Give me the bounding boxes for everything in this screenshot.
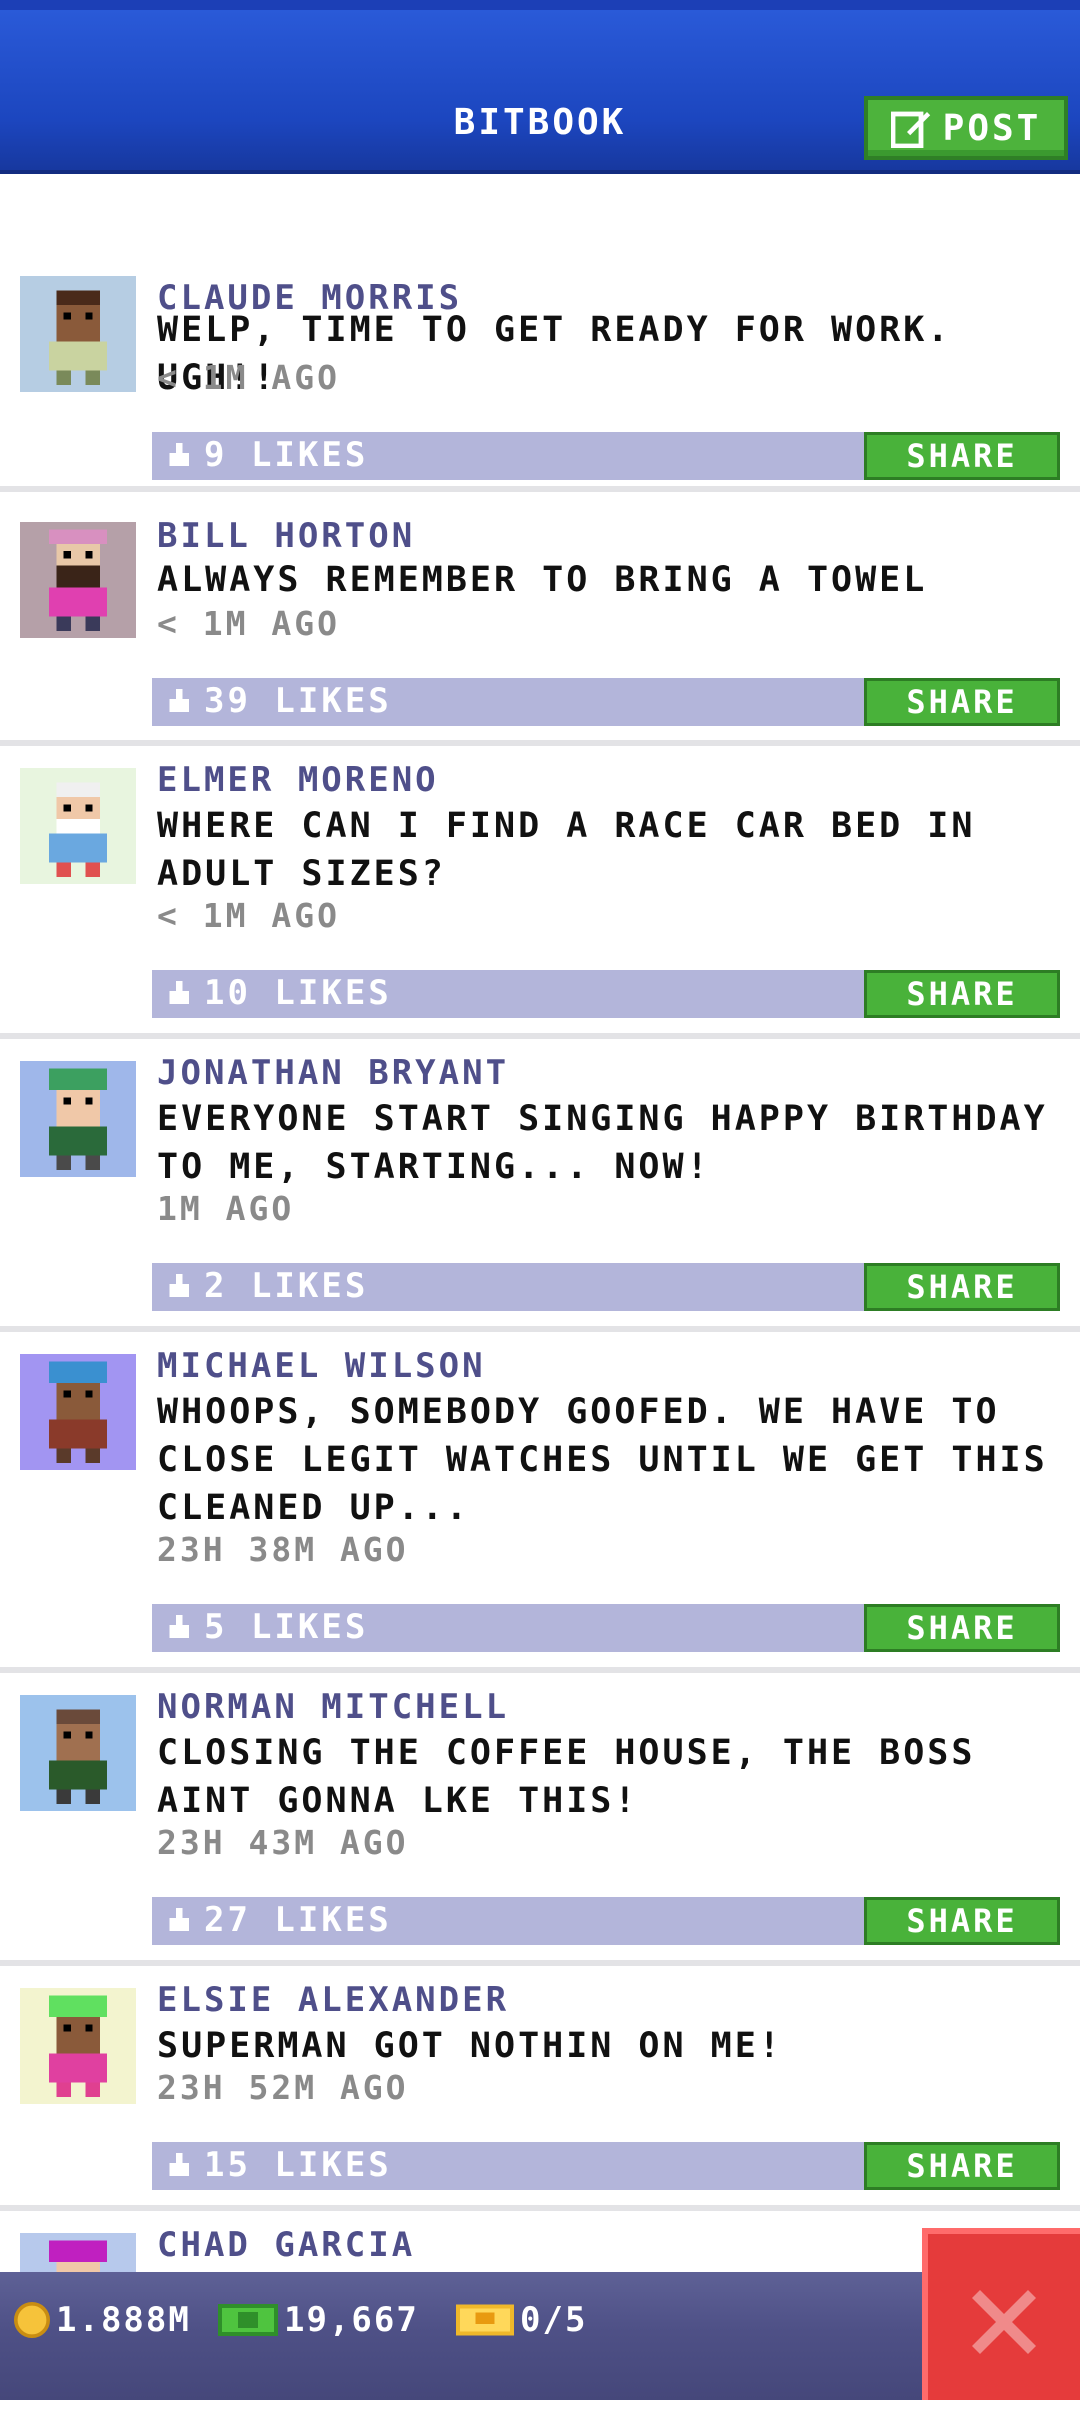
likes-bar: 10 LIKES SHARE: [152, 970, 1060, 1018]
thumbs-up-icon[interactable]: [166, 1907, 192, 1935]
close-button[interactable]: [922, 2228, 1080, 2400]
post-message: EVERYONE START SINGING HAPPY BIRTHDAY TO…: [157, 1099, 1048, 1187]
likes-bar: 9 LIKES SHARE: [152, 432, 1060, 480]
post-author[interactable]: ELMER MORENO: [157, 760, 439, 800]
likes-bar: 5 LIKES SHARE: [152, 1604, 1060, 1652]
likes-count: 2 LIKES: [204, 1266, 369, 1306]
edit-icon: [890, 111, 930, 148]
likes-bar: 15 LIKES SHARE: [152, 2142, 1060, 2190]
likes-count: 10 LIKES: [204, 973, 392, 1013]
likes-bar: 2 LIKES SHARE: [152, 1263, 1060, 1311]
list-item: NORMAN MITCHELL CLOSING THE COFFEE HOUSE…: [0, 1673, 1080, 1966]
thumbs-up-icon[interactable]: [166, 2152, 192, 2180]
post-time: 23H 43M AGO: [157, 1823, 409, 1862]
likes-count: 15 LIKES: [204, 2145, 392, 2185]
likes-count: 39 LIKES: [204, 681, 392, 721]
thumbs-up-icon[interactable]: [166, 1273, 192, 1301]
thumbs-up-icon[interactable]: [166, 688, 192, 716]
list-item: CLAUDE MORRIS WELP, TIME TO GET READY FO…: [0, 260, 1080, 492]
post-message: SUPERMAN GOT NOTHIN ON ME!: [157, 2026, 783, 2066]
coin-icon: [14, 2302, 50, 2338]
post-message: WHOOPS, SOMEBODY GOOFED. WE HAVE TO CLOS…: [157, 1392, 1048, 1528]
share-button[interactable]: SHARE: [864, 432, 1060, 480]
post-author[interactable]: BILL HORTON: [157, 516, 415, 556]
post-button[interactable]: POST: [864, 96, 1068, 160]
post-time: 1M AGO: [157, 1189, 295, 1228]
share-button[interactable]: SHARE: [864, 1263, 1060, 1311]
list-item: ELSIE ALEXANDER SUPERMAN GOT NOTHIN ON M…: [0, 1966, 1080, 2211]
thumbs-up-icon[interactable]: [166, 980, 192, 1008]
likes-count: 9 LIKES: [204, 435, 369, 475]
post-author[interactable]: ELSIE ALEXANDER: [157, 1980, 509, 2020]
thumbs-up-icon[interactable]: [166, 1614, 192, 1642]
avatar[interactable]: [20, 1354, 136, 1470]
post-message: ALWAYS REMEMBER TO BRING A TOWEL: [157, 560, 928, 600]
post-author[interactable]: CHAD GARCIA: [157, 2225, 415, 2265]
post-time: 23H 52M AGO: [157, 2068, 409, 2107]
app-header: BITBOOK POST: [0, 0, 1080, 174]
share-button[interactable]: SHARE: [864, 970, 1060, 1018]
post-message: WHERE CAN I FIND A RACE CAR BED IN ADULT…: [157, 806, 976, 894]
post-author[interactable]: JONATHAN BRYANT: [157, 1053, 509, 1093]
likes-count: 27 LIKES: [204, 1900, 392, 1940]
avatar[interactable]: [20, 768, 136, 884]
share-button[interactable]: SHARE: [864, 1897, 1060, 1945]
post-time: 23H 38M AGO: [157, 1530, 409, 1569]
list-item: JONATHAN BRYANT EVERYONE START SINGING H…: [0, 1039, 1080, 1332]
avatar[interactable]: [20, 276, 136, 392]
vip-value: 0/5: [520, 2300, 588, 2340]
bux-value: 19,667: [284, 2300, 419, 2340]
post-time: < 1M AGO: [157, 896, 340, 935]
avatar[interactable]: [20, 1695, 136, 1811]
post-author[interactable]: MICHAEL WILSON: [157, 1346, 486, 1386]
post-message: CLOSING THE COFFEE HOUSE, THE BOSS AINT …: [157, 1733, 976, 1821]
post-time: < 1M AGO: [157, 358, 340, 397]
bux-stat: 19,667: [218, 2300, 419, 2340]
post-button-label: POST: [942, 107, 1042, 149]
avatar[interactable]: [20, 1061, 136, 1177]
resource-bar: 1.888M 19,667 0/5: [0, 2272, 1080, 2400]
thumbs-up-icon[interactable]: [166, 442, 192, 470]
coins-value: 1.888M: [56, 2300, 191, 2340]
avatar[interactable]: [20, 1988, 136, 2104]
share-button[interactable]: SHARE: [864, 1604, 1060, 1652]
vip-ticket-icon: [456, 2304, 514, 2336]
share-button[interactable]: SHARE: [864, 678, 1060, 726]
list-item: BILL HORTON ALWAYS REMEMBER TO BRING A T…: [0, 502, 1080, 746]
list-item: MICHAEL WILSON WHOOPS, SOMEBODY GOOFED. …: [0, 1332, 1080, 1673]
share-button[interactable]: SHARE: [864, 2142, 1060, 2190]
bux-icon: [218, 2304, 278, 2336]
vip-stat: 0/5: [456, 2300, 587, 2340]
likes-bar: 27 LIKES SHARE: [152, 1897, 1060, 1945]
avatar[interactable]: [20, 522, 136, 638]
post-time: < 1M AGO: [157, 604, 340, 643]
coins-stat: 1.888M: [14, 2300, 191, 2340]
likes-bar: 39 LIKES SHARE: [152, 678, 1060, 726]
likes-count: 5 LIKES: [204, 1607, 369, 1647]
close-icon: [972, 2290, 1036, 2354]
list-item: ELMER MORENO WHERE CAN I FIND A RACE CAR…: [0, 746, 1080, 1039]
post-author[interactable]: NORMAN MITCHELL: [157, 1687, 509, 1727]
